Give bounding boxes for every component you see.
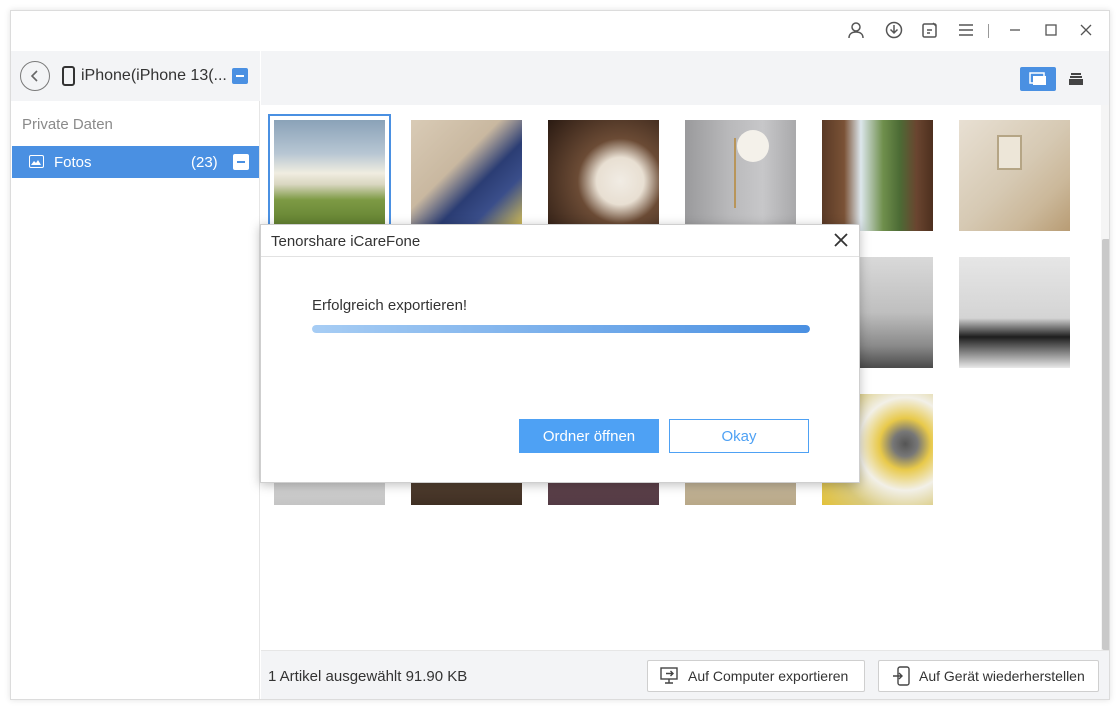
image-icon [29,155,44,168]
sidebar-item-count: (23) [191,154,218,171]
grid-view-button[interactable] [1020,67,1056,91]
lamp-stem [734,138,736,208]
sidebar: iPhone(iPhone 13(... Private Daten Fotos… [11,51,260,699]
photo-sky-clouds[interactable] [268,114,391,237]
okay-button[interactable]: Okay [669,419,809,453]
titlebar-divider [988,24,989,38]
chevron-left-icon [30,70,38,82]
photo-lamp[interactable] [685,120,796,231]
device-select-checkbox[interactable] [232,68,248,84]
section-title: Private Daten [22,116,113,133]
restore-to-device-label: Auf Gerät wiederherstellen [919,668,1085,684]
folder-view-icon [1069,73,1083,85]
main-toolbar [261,51,1109,105]
scrollbar-thumb[interactable] [1102,239,1109,650]
dialog-close-icon[interactable] [831,230,851,250]
export-progress-bar [312,325,810,333]
dialog-title: Tenorshare iCareFone [271,233,421,250]
photo-window-view[interactable] [822,120,933,231]
dialog-message: Erfolgreich exportieren! [312,297,468,314]
restore-to-device-button[interactable]: Auf Gerät wiederherstellen [878,660,1099,692]
grid-view-icon [1029,72,1046,85]
export-success-dialog: Tenorshare iCareFone Erfolgreich exporti… [260,224,860,483]
device-name: iPhone(iPhone 13(... [81,67,227,84]
folder-view-button[interactable] [1058,67,1094,91]
restore-device-icon [891,666,911,686]
frame-shape [997,135,1022,170]
user-icon[interactable] [845,19,867,41]
photo-bw-still-life[interactable] [959,257,1070,368]
minimize-icon[interactable] [1004,19,1026,41]
fotos-select-checkbox[interactable] [233,154,249,170]
back-button[interactable] [20,61,50,91]
device-bar: iPhone(iPhone 13(... [11,51,260,101]
phone-icon [62,66,75,86]
export-to-computer-label: Auf Computer exportieren [688,668,849,684]
photo-grid-scrollbar[interactable] [1101,105,1109,650]
maximize-icon[interactable] [1040,19,1062,41]
menu-icon[interactable] [955,19,977,41]
selection-status: 1 Artikel ausgewählt 91.90 KB [268,668,468,685]
photo-plush-toys[interactable] [411,120,522,231]
download-icon[interactable] [883,19,905,41]
export-computer-icon [660,666,680,686]
open-folder-button[interactable]: Ordner öffnen [519,419,659,453]
close-icon[interactable] [1075,19,1097,41]
lamp-globe [737,130,769,162]
dialog-header: Tenorshare iCareFone [261,225,859,257]
photo-coffee-cup[interactable] [548,120,659,231]
feedback-icon[interactable] [919,19,941,41]
sidebar-item-label: Fotos [54,154,92,171]
photo-flower-vase[interactable] [959,120,1070,231]
export-to-computer-button[interactable]: Auf Computer exportieren [647,660,865,692]
sidebar-item-fotos[interactable]: Fotos (23) [12,146,259,178]
footer-bar: 1 Artikel ausgewählt 91.90 KB Auf Comput… [261,650,1109,699]
title-bar [11,11,1109,51]
export-progress-fill [312,325,810,333]
